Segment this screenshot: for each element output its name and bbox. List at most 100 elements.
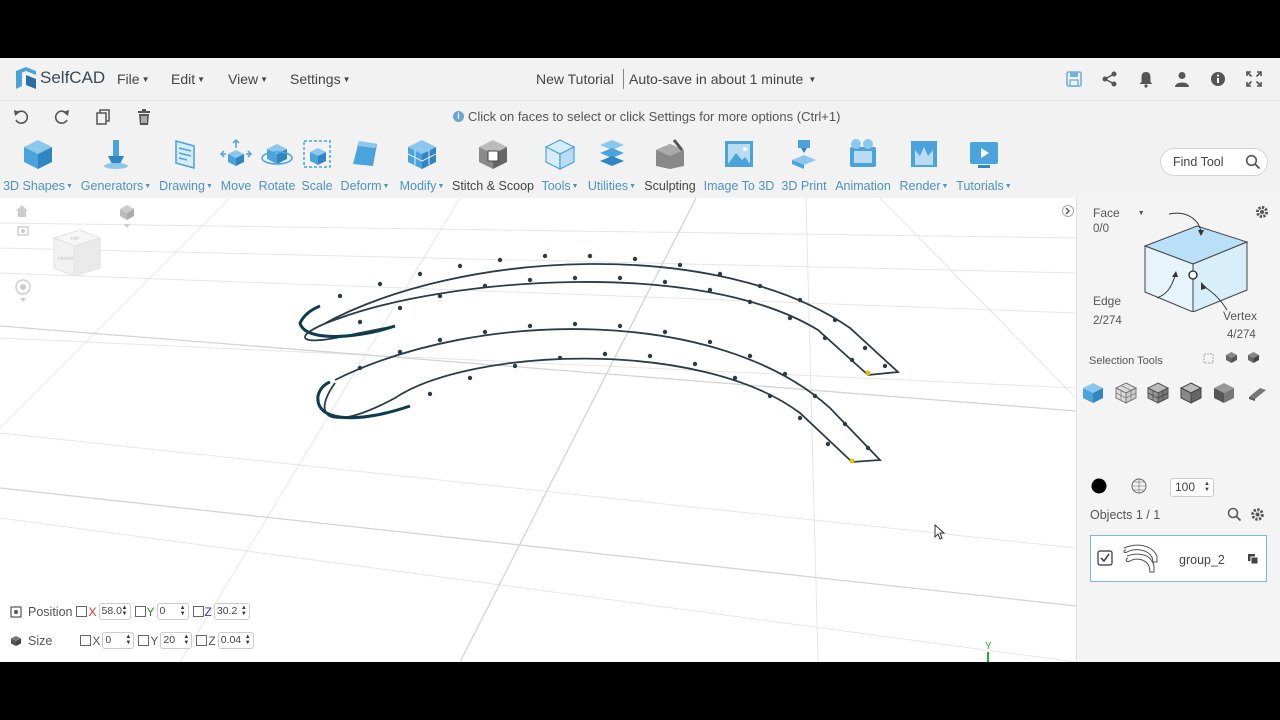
tool-drawing[interactable]: Drawing▼ xyxy=(156,132,216,198)
tool-image-to-3d[interactable]: Image To 3D xyxy=(701,132,777,198)
3d-viewport[interactable]: Y X TOP FRONT Position X 58.0▲▼ Y 0▲▼ Z … xyxy=(0,198,1076,662)
cube-icon xyxy=(24,140,52,169)
fullscreen-icon[interactable] xyxy=(1245,70,1263,88)
lower-curve[interactable] xyxy=(316,328,882,463)
image-to-3d-icon xyxy=(725,141,753,167)
tool-stitch-scoop[interactable]: Stitch & Scoop xyxy=(451,132,535,198)
curve-vertices[interactable] xyxy=(337,253,888,451)
select-polygon-icon[interactable] xyxy=(1115,382,1137,404)
face-count: 0/0 xyxy=(1093,223,1109,235)
undo-icon[interactable] xyxy=(12,108,30,126)
solid-color-icon[interactable] xyxy=(1091,478,1107,494)
scene-canvas[interactable]: Y X xyxy=(0,198,1076,662)
tool-scale[interactable]: Scale xyxy=(299,132,335,198)
lock-x-checkbox[interactable] xyxy=(76,606,88,617)
vertex-count: 4/274 xyxy=(1227,329,1256,341)
selfcad-logo[interactable]: SelfCAD xyxy=(14,66,105,90)
nav-cube-front-label: FRONT xyxy=(58,256,74,261)
edge-label: Edge xyxy=(1093,294,1122,308)
camera-icon[interactable] xyxy=(17,224,29,236)
sculpting-icon xyxy=(656,139,684,169)
duplicate-object-icon[interactable] xyxy=(1247,553,1259,565)
navigation-cube[interactable]: TOP FRONT xyxy=(46,224,104,282)
document-title[interactable]: New Tutorial xyxy=(536,71,614,87)
position-label: Position xyxy=(28,604,73,619)
lock-y-checkbox[interactable] xyxy=(134,606,146,617)
lock-z-checkbox[interactable] xyxy=(192,606,204,617)
tool-animation[interactable]: Animation xyxy=(831,132,895,198)
home-icon[interactable] xyxy=(15,204,29,218)
redo-icon[interactable] xyxy=(53,108,71,126)
info-icon[interactable] xyxy=(1209,70,1227,88)
objects-search-icon[interactable] xyxy=(1227,507,1242,522)
action-bar: i Click on faces to select or click Sett… xyxy=(0,100,1280,133)
find-tool-search[interactable]: Find Tool xyxy=(1160,148,1268,176)
title-divider xyxy=(623,69,624,89)
size-z-input[interactable]: 0.04 ▲ ▼ xyxy=(217,632,254,649)
selected-vertex[interactable] xyxy=(849,458,855,464)
share-icon[interactable] xyxy=(1101,70,1119,88)
menu-view[interactable]: View ▼ xyxy=(228,71,268,87)
user-icon[interactable] xyxy=(1173,70,1191,88)
move-icon xyxy=(220,138,252,166)
panel-collapse-icon[interactable] xyxy=(1062,204,1074,218)
copy-icon[interactable] xyxy=(94,108,112,126)
tool-sculpting[interactable]: Sculpting xyxy=(641,132,699,198)
edge-count: 2/274 xyxy=(1093,315,1122,327)
select-plane-icon[interactable] xyxy=(1246,382,1268,404)
tool-3d-print[interactable]: 3D Print xyxy=(779,132,829,198)
save-icon[interactable] xyxy=(1065,70,1083,88)
deform-icon xyxy=(353,141,377,166)
render-icon xyxy=(911,141,937,167)
select-vertex-icon[interactable] xyxy=(1180,382,1202,404)
selected-vertex[interactable] xyxy=(865,370,871,376)
position-x-input[interactable]: 58.0 ▲ ▼ xyxy=(98,603,131,620)
position-z-input[interactable]: 30.2 ▲ ▼ xyxy=(213,603,250,620)
size-lock-y-checkbox[interactable] xyxy=(138,635,150,646)
select-face-icon[interactable] xyxy=(1213,382,1235,404)
tool-render[interactable]: Render▼ xyxy=(897,132,951,198)
view-mode-icon[interactable] xyxy=(118,204,136,230)
wireframe-sphere-icon[interactable] xyxy=(1131,478,1147,494)
select-object-icon[interactable] xyxy=(1082,382,1104,404)
logo-text: SelfCAD xyxy=(40,68,106,87)
bell-icon[interactable] xyxy=(1137,70,1155,88)
size-lock-x-checkbox[interactable] xyxy=(80,635,92,646)
3d-print-icon xyxy=(792,140,816,169)
menu-edit[interactable]: Edit ▼ xyxy=(171,71,205,87)
autosave-status[interactable]: Auto-save in about 1 minute ▼ xyxy=(629,71,816,87)
menu-settings[interactable]: Settings ▼ xyxy=(290,71,351,87)
tools-icon xyxy=(544,139,576,170)
tool-generators[interactable]: Generators▼ xyxy=(79,132,153,198)
size-x-input[interactable]: 0 ▲ ▼ xyxy=(102,632,135,649)
generator-icon xyxy=(104,140,128,169)
tool-tools[interactable]: Tools▼ xyxy=(538,132,582,198)
modify-icon xyxy=(407,140,437,169)
object-list-item[interactable]: group_2 xyxy=(1090,535,1267,582)
tool-tutorials[interactable]: Tutorials▼ xyxy=(953,132,1015,198)
tool-modify[interactable]: Modify▼ xyxy=(396,132,448,198)
hint-info-icon: i xyxy=(453,111,464,122)
tool-move[interactable]: Move xyxy=(217,132,255,198)
tool-3d-shapes[interactable]: 3D Shapes▼ xyxy=(0,132,76,198)
trash-icon[interactable] xyxy=(135,108,153,126)
size-y-input[interactable]: 20 ▲ ▼ xyxy=(160,632,193,649)
hint-text: Click on faces to select or click Settin… xyxy=(468,109,841,124)
object-visible-checkbox[interactable] xyxy=(1097,550,1113,566)
axis-y-label: Y xyxy=(985,641,992,652)
select-visible-icon[interactable] xyxy=(1225,351,1238,364)
select-through-icon[interactable] xyxy=(1247,351,1260,364)
position-y-input[interactable]: 0 ▲ ▼ xyxy=(156,603,189,620)
tool-rotate[interactable]: Rotate xyxy=(257,132,297,198)
opacity-input[interactable]: 100 ▲ ▼ xyxy=(1170,478,1214,497)
selection-hint: i Click on faces to select or click Sett… xyxy=(453,109,840,124)
menu-file[interactable]: File ▼ xyxy=(117,71,149,87)
select-edge-icon[interactable] xyxy=(1147,382,1169,404)
object-thumbnail xyxy=(1123,544,1158,573)
orbit-icon[interactable] xyxy=(14,278,32,304)
tool-deform[interactable]: Deform▼ xyxy=(337,132,393,198)
size-lock-z-checkbox[interactable] xyxy=(196,635,208,646)
objects-settings-icon[interactable] xyxy=(1250,507,1265,522)
select-box-icon[interactable] xyxy=(1203,351,1216,364)
tool-utilities[interactable]: Utilities▼ xyxy=(584,132,640,198)
